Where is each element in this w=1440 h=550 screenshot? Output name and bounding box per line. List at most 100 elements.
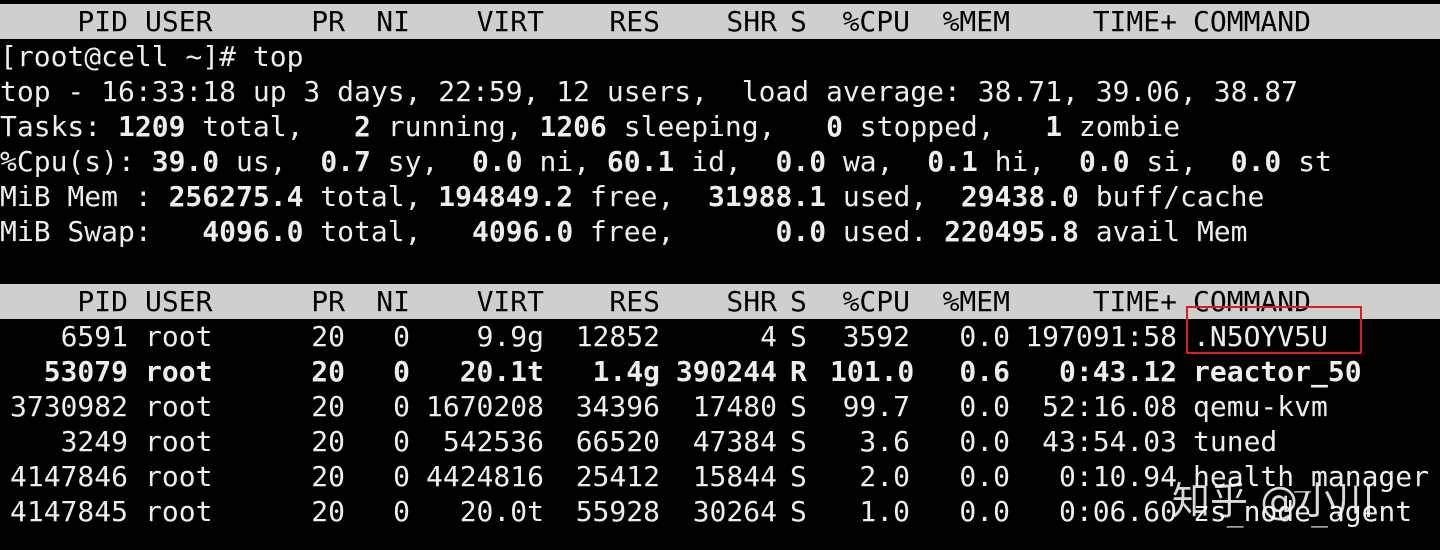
process-mem-percent: 0.0 xyxy=(959,425,1010,458)
column-header-cpu-percent: %CPU xyxy=(842,5,910,38)
process-time: 0:06.60 xyxy=(1058,495,1177,528)
column-header-mem-percent: %MEM xyxy=(942,285,1010,318)
process-nice: 0 xyxy=(393,355,410,388)
process-res: 1.4g xyxy=(592,355,660,388)
shell-prompt: [root@cell ~]# top xyxy=(0,40,304,73)
cpu-line: %Cpu(s): 39.0 us, 0.7 sy, 0.0 ni, 60.1 i… xyxy=(0,144,1440,179)
column-header-pid: PID xyxy=(77,285,128,318)
process-priority: 20 xyxy=(311,355,345,388)
process-res: 55928 xyxy=(575,495,660,528)
highlight-box xyxy=(1186,306,1362,354)
process-mem-percent: 0.0 xyxy=(959,495,1010,528)
tasks-line: Tasks: 1209 total, 2 running, 1206 sleep… xyxy=(0,109,1440,144)
process-nice: 0 xyxy=(393,460,410,493)
process-shr: 30264 xyxy=(692,495,777,528)
process-virt: 20.1t xyxy=(459,355,544,388)
cpu-segment: hi, xyxy=(977,145,1079,178)
column-header-virt: VIRT xyxy=(476,285,544,318)
process-state: R xyxy=(790,355,807,388)
cpu-segment: 0.0 xyxy=(1230,145,1282,178)
column-header-time: TIME+ xyxy=(1092,5,1177,38)
mem-segment: used, xyxy=(826,180,961,213)
tasks-segment: total, xyxy=(185,110,355,143)
process-mem-percent: 0.0 xyxy=(959,320,1010,353)
column-header-priority: PR xyxy=(311,285,345,318)
cpu-segment: id, xyxy=(674,145,776,178)
tasks-segment: sleeping, xyxy=(606,110,827,143)
cpu-segment: 0.0 xyxy=(775,145,827,178)
process-res: 25412 xyxy=(575,460,660,493)
process-virt: 20.0t xyxy=(459,495,544,528)
process-state: S xyxy=(790,425,807,458)
process-cpu-percent: 1.0 xyxy=(859,495,910,528)
mem-segment: 194849.2 xyxy=(438,180,574,213)
process-virt: 542536 xyxy=(442,425,544,458)
process-nice: 0 xyxy=(393,320,410,353)
swap-segment: free, xyxy=(573,215,776,248)
process-row[interactable]: 53079 root 20 0 20.1t 1.4g 390244 R 101.0 0.6 0:43… xyxy=(0,354,1440,389)
process-time: 52:16.08 xyxy=(1042,390,1177,423)
cpu-segment: 0.1 xyxy=(927,145,978,178)
process-row[interactable]: 3249 root 20 0 542536 66520 47384 S 3.6 0.0 43:54.… xyxy=(0,424,1440,459)
process-pid: 3730982 xyxy=(9,390,128,423)
column-header-nice: NI xyxy=(376,285,410,318)
uptime-segment: top - 16:33:18 up 3 days, 22:59, 12 user… xyxy=(0,75,1299,108)
column-header-time: TIME+ xyxy=(1092,285,1177,318)
tasks-segment: 0 xyxy=(826,110,843,143)
tasks-segment: stopped, xyxy=(842,110,1046,143)
process-user: root xyxy=(145,495,213,528)
process-priority: 20 xyxy=(311,460,345,493)
process-cpu-percent: 2.0 xyxy=(859,460,910,493)
process-shr: 4 xyxy=(760,320,777,353)
process-pid: 53079 xyxy=(43,355,128,388)
watermark: 知乎 @小川 xyxy=(1172,479,1375,523)
blank-line xyxy=(0,249,1440,284)
swap-segment: MiB Swap: xyxy=(0,215,203,248)
terminal-window[interactable]: PID USER PR NI VIRT RES SHR S %CPU %MEM TIME+ COMMA… xyxy=(0,0,1440,550)
cpu-segment: %Cpu(s): xyxy=(0,145,152,178)
process-mem-percent: 0.6 xyxy=(959,355,1010,388)
swap-line: MiB Swap: 4096.0 total, 4096.0 free, 0.0… xyxy=(0,214,1440,249)
swap-segment: 4096.0 xyxy=(472,215,574,248)
tasks-segment: 1206 xyxy=(539,110,607,143)
process-shr: 390244 xyxy=(675,355,777,388)
process-time: 197091:58 xyxy=(1025,320,1177,353)
process-cpu-percent: 3592 xyxy=(842,320,910,353)
mem-segment: 256275.4 xyxy=(168,180,304,213)
process-cpu-percent: 99.7 xyxy=(842,390,910,423)
column-header-cpu-percent: %CPU xyxy=(842,285,910,318)
process-cpu-percent: 101.0 xyxy=(830,355,915,388)
process-pid: 4147845 xyxy=(9,495,128,528)
mem-line: MiB Mem : 256275.4 total, 194849.2 free,… xyxy=(0,179,1440,214)
tasks-segment: 2 xyxy=(354,110,371,143)
tasks-segment: running, xyxy=(370,110,540,143)
cpu-segment: 39.0 xyxy=(151,145,220,178)
process-priority: 20 xyxy=(311,390,345,423)
mem-segment: free, xyxy=(573,180,709,213)
process-row[interactable]: 3730982 root 20 0 1670208 34396 17480 S 99.7 0.0 5… xyxy=(0,389,1440,424)
column-header-nice: NI xyxy=(376,5,410,38)
column-header-user: USER xyxy=(145,5,213,38)
swap-segment: used. xyxy=(826,215,945,248)
column-header-shr: SHR xyxy=(726,285,777,318)
process-state: S xyxy=(790,390,807,423)
process-shr: 15844 xyxy=(692,460,777,493)
process-command: reactor_50 xyxy=(1193,355,1362,388)
column-header-shr: SHR xyxy=(726,5,777,38)
process-user: root xyxy=(145,320,213,353)
process-priority: 20 xyxy=(311,320,345,353)
cpu-segment: 0.7 xyxy=(320,145,371,178)
process-state: S xyxy=(790,495,807,528)
column-header-state: S xyxy=(790,285,807,318)
cpu-segment: 0.0 xyxy=(472,145,523,178)
cpu-segment: wa, xyxy=(826,145,928,178)
tasks-segment: 1209 xyxy=(118,110,186,143)
process-user: root xyxy=(145,460,213,493)
process-time: 0:10.94 xyxy=(1058,460,1177,493)
swap-segment: avail Mem xyxy=(1078,215,1248,248)
process-priority: 20 xyxy=(311,425,345,458)
tasks-segment: 1 xyxy=(1045,110,1063,143)
mem-segment: 31988.1 xyxy=(708,180,827,213)
process-cpu-percent: 3.6 xyxy=(859,425,910,458)
process-virt: 4424816 xyxy=(425,460,544,493)
